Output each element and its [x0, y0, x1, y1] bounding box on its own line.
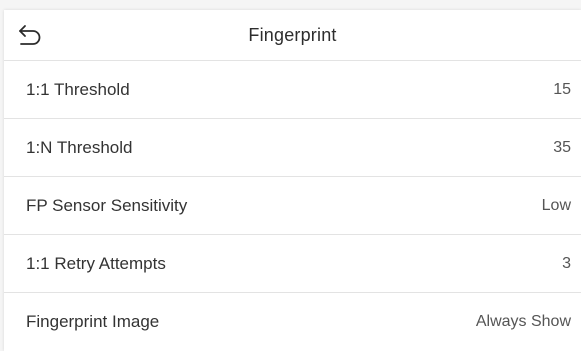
- header-bar: Fingerprint: [4, 10, 581, 61]
- setting-label: 1:N Threshold: [26, 137, 133, 157]
- back-arrow-icon: [19, 25, 41, 45]
- setting-row-1to1-threshold[interactable]: 1:1 Threshold 15: [4, 61, 581, 119]
- setting-value: 15: [553, 80, 571, 98]
- settings-list: 1:1 Threshold 15 1:N Threshold 35 FP Sen…: [4, 61, 581, 351]
- setting-value: 35: [553, 138, 571, 156]
- page-title: Fingerprint: [248, 24, 337, 45]
- setting-value: Low: [541, 196, 571, 214]
- setting-label: FP Sensor Sensitivity: [26, 195, 188, 215]
- back-button[interactable]: [16, 21, 44, 49]
- setting-row-1toN-threshold[interactable]: 1:N Threshold 35: [4, 119, 581, 177]
- setting-row-fp-sensor-sensitivity[interactable]: FP Sensor Sensitivity Low: [4, 177, 581, 235]
- fingerprint-settings-screen: Fingerprint 1:1 Threshold 15 1:N Thresho…: [4, 10, 581, 351]
- setting-value: 3: [562, 254, 571, 272]
- setting-label: 1:1 Threshold: [26, 79, 130, 99]
- setting-value: Always Show: [475, 313, 571, 330]
- setting-label: 1:1 Retry Attempts: [26, 253, 166, 273]
- setting-row-fingerprint-image[interactable]: Fingerprint Image Always Show: [4, 293, 581, 351]
- setting-row-retry-attempts[interactable]: 1:1 Retry Attempts 3: [4, 235, 581, 293]
- setting-label: Fingerprint Image: [26, 312, 160, 331]
